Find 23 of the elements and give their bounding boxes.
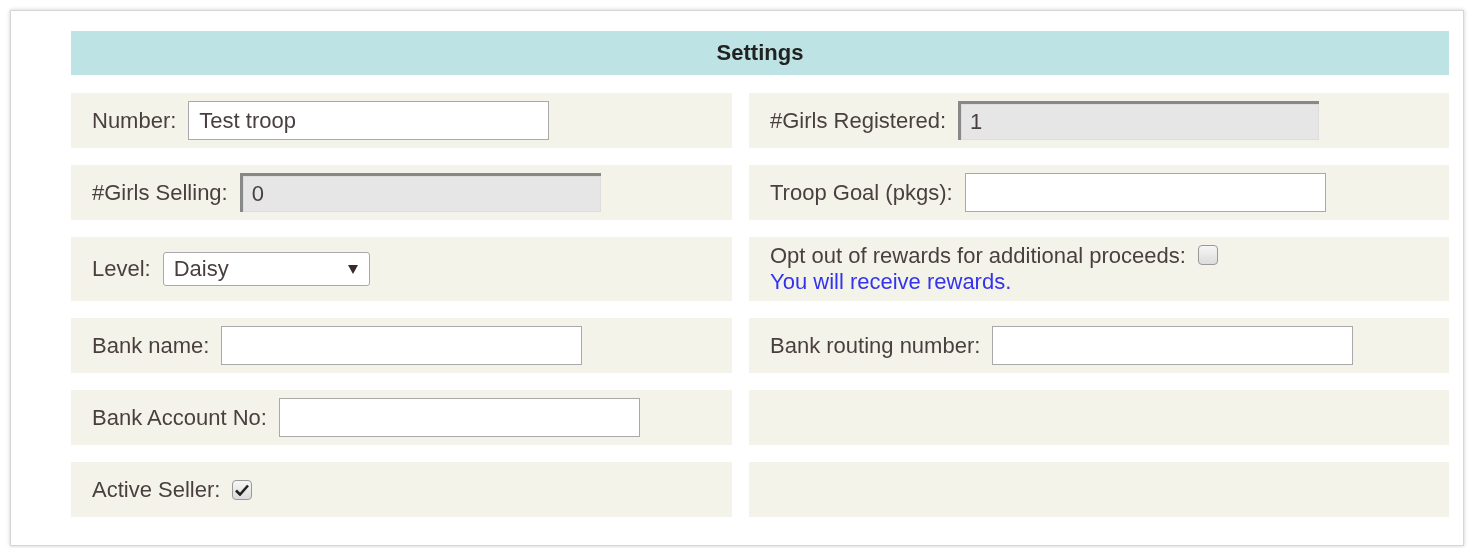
checkbox[interactable] xyxy=(232,479,253,500)
readonly-field[interactable]: 0 xyxy=(239,173,601,212)
readonly-field[interactable]: 1 xyxy=(958,101,1320,140)
field-label: Bank name: xyxy=(92,332,210,359)
field-label: Opt out of rewards for additional proceeds: xyxy=(770,243,1186,269)
field-label: Level: xyxy=(92,256,151,282)
input-field[interactable] xyxy=(221,326,583,365)
level-select[interactable]: Daisy xyxy=(162,252,370,286)
field-label: Bank routing number: xyxy=(770,332,981,359)
input-field[interactable]: Test troop xyxy=(188,101,550,140)
input-field[interactable] xyxy=(992,326,1354,365)
input-field[interactable] xyxy=(278,398,640,437)
field-label: Number: xyxy=(92,107,177,134)
checkbox[interactable] xyxy=(1197,245,1218,265)
caret-icon xyxy=(346,263,359,275)
header-title: Settings xyxy=(716,40,804,66)
field-label: Bank Account No: xyxy=(92,404,267,431)
field-label: Active Seller: xyxy=(92,476,221,503)
field-label: #Girls Registered: xyxy=(770,107,947,134)
field-label: #Girls Selling: xyxy=(92,179,228,206)
field-label: Troop Goal (pkgs): xyxy=(770,179,953,206)
input-field[interactable] xyxy=(964,173,1326,212)
status-note: You will receive rewards. xyxy=(770,269,1013,295)
